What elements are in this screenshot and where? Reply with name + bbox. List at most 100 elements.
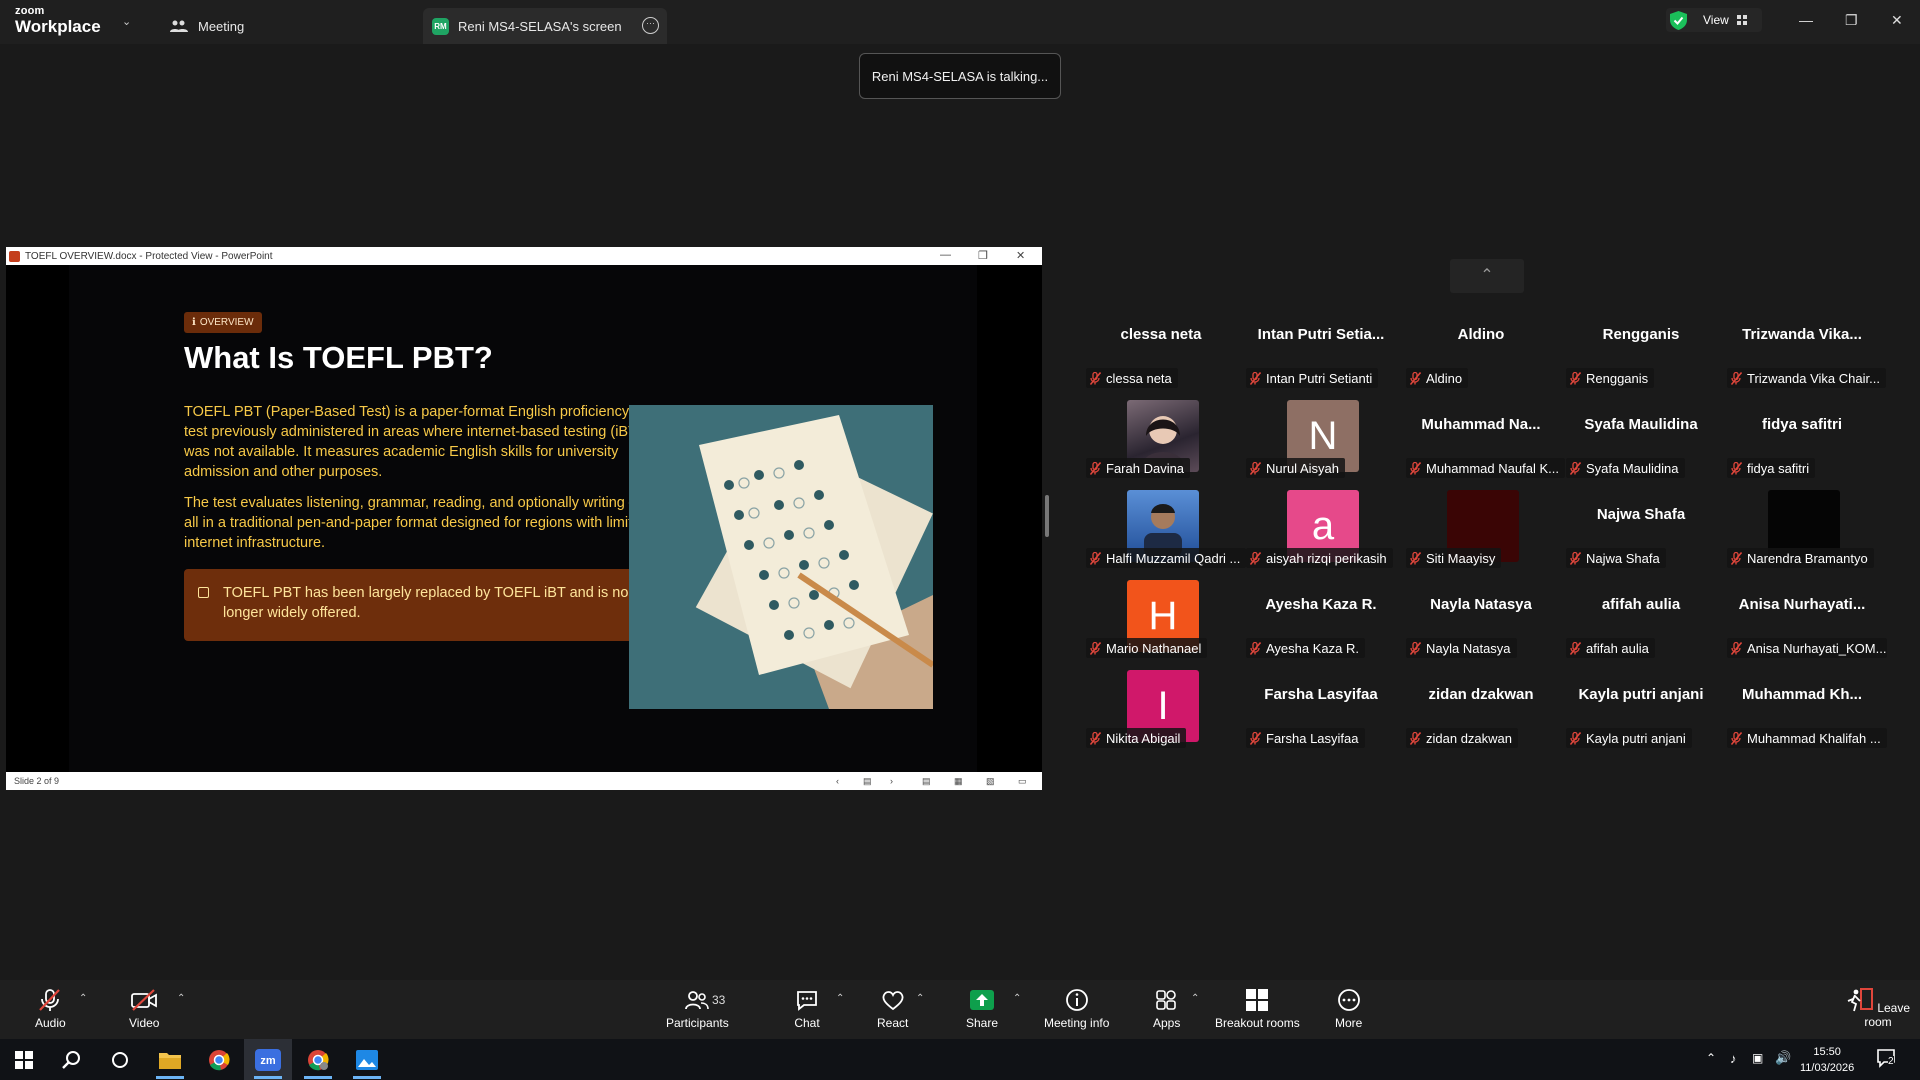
grid-view-icon[interactable]: ▦	[954, 776, 963, 787]
normal-view-icon[interactable]: ▤	[922, 776, 931, 787]
minimize-icon[interactable]: —	[1799, 12, 1813, 28]
chrome-icon[interactable]	[195, 1039, 243, 1080]
participant-tile[interactable]: Ayesha Kaza R. Ayesha Kaza R.	[1246, 580, 1396, 666]
participant-tile[interactable]: Muhammad Na... Muhammad Naufal K...	[1406, 400, 1565, 486]
participant-label: Syafa Maulidina	[1566, 458, 1685, 478]
share-options-caret[interactable]: ⌃	[1013, 993, 1021, 1004]
participant-tile[interactable]: I Nikita Abigail	[1086, 670, 1236, 756]
gallery-scroll-up-button[interactable]: ⌃	[1450, 259, 1524, 293]
more-options-icon[interactable]: ···	[642, 17, 659, 34]
audio-options-caret[interactable]: ⌃	[79, 993, 87, 1004]
participant-tile[interactable]: Syafa Maulidina Syafa Maulidina	[1566, 400, 1716, 486]
panel-splitter[interactable]	[1045, 495, 1049, 537]
mic-tray-icon[interactable]: ♪	[1730, 1051, 1737, 1066]
meeting-info-button[interactable]: Meeting info	[1044, 988, 1109, 1030]
slide-sorter-icon[interactable]: ▤	[863, 776, 872, 787]
participant-tile[interactable]: Aldino Aldino	[1406, 310, 1556, 396]
task-view-icon[interactable]	[96, 1039, 144, 1080]
breakout-rooms-button[interactable]: Breakout rooms	[1215, 988, 1300, 1030]
volume-icon[interactable]: 🔊	[1775, 1050, 1791, 1066]
participant-tile[interactable]: Nayla Natasya Nayla Natasya	[1406, 580, 1556, 666]
answer-sheet-illustration	[629, 405, 933, 709]
share-button[interactable]: Share	[966, 988, 998, 1030]
participant-tile[interactable]: Muhammad Kh... Muhammad Khalifah ...	[1727, 670, 1887, 756]
share-label: Share	[966, 1016, 999, 1030]
tab-shared-screen-label: Reni MS4-SELASA's screen	[458, 18, 622, 34]
mic-muted-icon	[1570, 461, 1581, 475]
chevron-down-icon[interactable]: ⌄	[122, 15, 131, 28]
view-button[interactable]: View	[1666, 8, 1762, 32]
network-icon[interactable]: ▣	[1752, 1051, 1763, 1065]
photos-app-icon[interactable]	[343, 1039, 391, 1080]
participant-tile[interactable]: Intan Putri Setia... Intan Putri Setianti	[1246, 310, 1396, 396]
video-options-caret[interactable]: ⌃	[177, 993, 185, 1004]
file-explorer-icon[interactable]	[146, 1039, 194, 1080]
react-button[interactable]: React	[877, 988, 908, 1030]
participant-tile[interactable]: clessa neta clessa neta	[1086, 310, 1236, 396]
prev-slide-icon[interactable]: ‹	[836, 776, 839, 786]
chrome-profile-icon[interactable]	[294, 1039, 342, 1080]
powerpoint-title-bar: TOEFL OVERVIEW.docx - Protected View - P…	[6, 247, 1042, 265]
apps-label: Apps	[1153, 1016, 1181, 1030]
apps-options-caret[interactable]: ⌃	[1191, 993, 1199, 1004]
participant-tile[interactable]: Anisa Nurhayati... Anisa Nurhayati_KOM...	[1727, 580, 1887, 666]
tab-shared-screen[interactable]: RM Reni MS4-SELASA's screen ···	[423, 8, 667, 44]
participant-tile[interactable]: Farah Davina	[1086, 400, 1236, 486]
zoom-workplace-logo[interactable]: zoom Workplace	[15, 6, 101, 36]
participant-tile[interactable]: Siti Maayisy	[1406, 490, 1556, 576]
video-off-icon	[131, 989, 158, 1011]
reading-view-icon[interactable]: ▧	[986, 776, 995, 787]
mic-muted-icon	[1250, 371, 1261, 385]
mic-muted-icon	[1731, 551, 1742, 565]
participant-label-text: Ayesha Kaza R.	[1266, 640, 1359, 656]
zoom-app-icon[interactable]: zm	[244, 1039, 292, 1080]
tab-meeting[interactable]: Meeting	[170, 8, 244, 44]
participant-tile[interactable]: fidya safitri fidya safitri	[1727, 400, 1877, 486]
chat-button[interactable]: Chat	[794, 988, 820, 1030]
apps-button[interactable]: Apps	[1153, 988, 1180, 1030]
participant-tile[interactable]: afifah aulia afifah aulia	[1566, 580, 1716, 666]
react-options-caret[interactable]: ⌃	[916, 993, 924, 1004]
pp-restore-icon[interactable]: ❐	[978, 249, 988, 262]
slide-area: ℹ OVERVIEW What Is TOEFL PBT? TOEFL PBT …	[6, 265, 1042, 772]
search-icon[interactable]	[48, 1039, 96, 1080]
participant-label: Nikita Abigail	[1086, 728, 1187, 748]
mic-muted-icon	[1570, 371, 1581, 385]
pp-close-icon[interactable]: ✕	[1016, 249, 1025, 262]
participant-tile[interactable]: N Nurul Aisyah	[1246, 400, 1396, 486]
meeting-people-icon	[170, 20, 188, 32]
windows-start-icon[interactable]	[0, 1039, 48, 1080]
participant-name: Najwa Shafa	[1596, 506, 1686, 523]
participant-tile[interactable]: Rengganis Rengganis	[1566, 310, 1716, 396]
close-icon[interactable]: ✕	[1891, 12, 1903, 29]
slideshow-icon[interactable]: ▭	[1018, 776, 1027, 787]
participant-tile[interactable]: a aisyah rizqi perikasih	[1246, 490, 1396, 576]
participant-tile[interactable]: H Mario Nathanael	[1086, 580, 1236, 666]
avatar-letter: I	[1157, 683, 1169, 728]
participant-tile[interactable]: zidan dzakwan zidan dzakwan	[1406, 670, 1556, 756]
tray-chevron-icon[interactable]: ⌃	[1706, 1051, 1716, 1065]
next-slide-icon[interactable]: ›	[890, 776, 893, 786]
system-clock[interactable]: 15:50 11/03/2026	[1800, 1044, 1854, 1076]
participant-name: Ayesha Kaza R.	[1265, 596, 1377, 613]
participant-tile[interactable]: Halfi Muzzamil Qadri ...	[1086, 490, 1246, 576]
restore-icon[interactable]: ❐	[1845, 12, 1858, 29]
participant-tile[interactable]: Trizwanda Vika... Trizwanda Vika Chair...	[1727, 310, 1886, 396]
participant-label: Intan Putri Setianti	[1246, 368, 1379, 388]
notification-center-icon[interactable]: 2	[1876, 1048, 1896, 1068]
shield-icon	[1670, 10, 1687, 30]
participant-label-text: Kayla putri anjani	[1586, 730, 1686, 746]
audio-button[interactable]: Audio	[35, 988, 66, 1030]
participant-tile[interactable]: Najwa Shafa Najwa Shafa	[1566, 490, 1716, 576]
participant-label-text: clessa neta	[1106, 370, 1172, 386]
participant-tile[interactable]: Farsha Lasyifaa Farsha Lasyifaa	[1246, 670, 1396, 756]
more-button[interactable]: More	[1335, 988, 1362, 1030]
participant-tile[interactable]: Narendra Bramantyo	[1727, 490, 1877, 576]
chat-options-caret[interactable]: ⌃	[836, 993, 844, 1004]
mic-muted-icon	[1570, 551, 1581, 565]
pp-minimize-icon[interactable]: —	[940, 249, 951, 261]
participant-label: Muhammad Khalifah ...	[1727, 728, 1887, 748]
video-button[interactable]: Video	[129, 988, 159, 1030]
leave-room-button[interactable]: Leave room	[1836, 988, 1920, 1029]
participant-tile[interactable]: Kayla putri anjani Kayla putri anjani	[1566, 670, 1716, 756]
